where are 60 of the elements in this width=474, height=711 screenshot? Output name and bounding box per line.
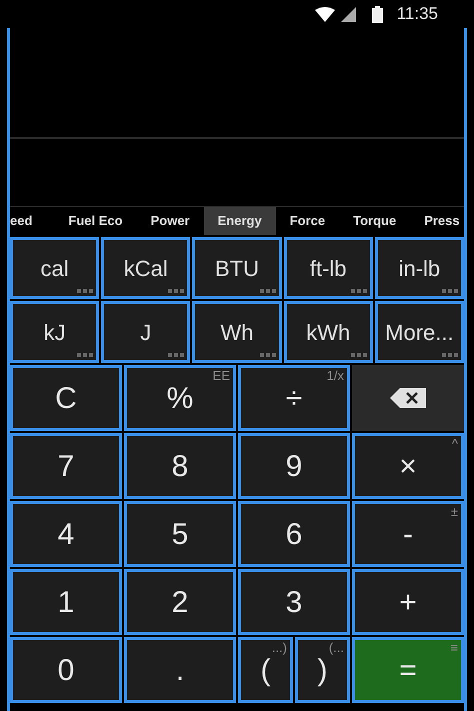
calculator-key[interactable]: - ± <box>352 501 464 567</box>
calculator-key[interactable]: C <box>10 365 122 431</box>
equals-key[interactable]: = ≡ <box>352 637 464 703</box>
unit-category-tab[interactable]: Force <box>276 207 340 235</box>
dots-icon <box>260 289 276 293</box>
calculator-key[interactable]: × ^ <box>352 433 464 499</box>
battery-icon <box>372 6 383 22</box>
unit-key[interactable]: Wh <box>192 301 282 363</box>
unit-category-tab[interactable]: Press <box>410 207 464 235</box>
dots-icon <box>442 353 458 357</box>
unit-category-tab[interactable]: Torque <box>339 207 410 235</box>
calculator-key[interactable]: 6 <box>238 501 350 567</box>
calculator-key[interactable]: 9 <box>238 433 350 499</box>
calculator-key[interactable]: 4 <box>10 501 122 567</box>
unit-key[interactable]: BTU <box>192 237 282 299</box>
unit-category-tab[interactable]: Energy <box>204 207 276 235</box>
secondary-label: (... <box>328 641 344 655</box>
dots-icon <box>260 353 276 357</box>
status-time: 11:35 <box>396 3 438 26</box>
unit-key[interactable]: ft-lb <box>284 237 373 299</box>
calculator-key[interactable]: 8 <box>124 433 236 499</box>
backspace-key[interactable] <box>352 365 464 431</box>
calculator-key[interactable]: 7 <box>10 433 122 499</box>
unit-category-tab[interactable]: Fuel Eco <box>54 207 137 235</box>
dots-icon <box>77 353 94 357</box>
unit-key[interactable]: kCal <box>101 237 190 299</box>
calculator-key[interactable]: 3 <box>238 569 350 635</box>
dots-icon <box>168 289 184 293</box>
secondary-label: ± <box>450 505 458 519</box>
unit-category-tab[interactable]: eed <box>10 207 54 235</box>
unit-key[interactable]: cal <box>10 237 100 299</box>
signal-icon <box>340 6 356 22</box>
unit-key[interactable]: kJ <box>10 301 100 363</box>
calculator-key[interactable]: 0 <box>10 637 122 703</box>
secondary-label: ...) <box>272 641 287 655</box>
calculator-key[interactable]: . <box>124 637 236 703</box>
wifi-icon <box>314 6 335 22</box>
calculator-key[interactable]: 5 <box>124 501 236 567</box>
dots-icon <box>350 289 367 293</box>
calculator-key[interactable]: + <box>352 569 464 635</box>
calculator-key[interactable]: ( ...) <box>238 637 293 703</box>
backspace-icon <box>390 388 426 408</box>
dots-icon <box>350 353 367 357</box>
calculator-key[interactable]: ) (... <box>295 637 350 703</box>
dots-icon <box>77 289 94 293</box>
secondary-label: ≡ <box>450 641 458 655</box>
calculator-key[interactable]: 1 <box>10 569 122 635</box>
secondary-label: EE <box>212 369 230 383</box>
dots-icon <box>168 353 184 357</box>
calculator-key[interactable]: ÷ 1/x <box>238 365 350 431</box>
unit-key[interactable]: in-lb <box>374 237 464 299</box>
unit-category-tab[interactable]: Power <box>136 207 204 235</box>
unit-key[interactable]: kWh <box>284 301 373 363</box>
dots-icon <box>442 289 458 293</box>
unit-key[interactable]: J <box>101 301 190 363</box>
calculator-key[interactable]: % EE <box>124 365 236 431</box>
calculator-key[interactable]: 2 <box>124 569 236 635</box>
unit-key[interactable]: More... <box>374 301 464 363</box>
secondary-label: ^ <box>452 437 458 451</box>
secondary-label: 1/x <box>326 369 344 383</box>
